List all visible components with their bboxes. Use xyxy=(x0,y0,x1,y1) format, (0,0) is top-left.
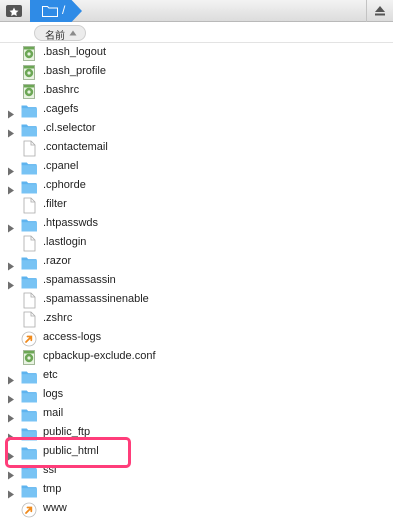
script-file-icon xyxy=(21,45,37,62)
file-name: .bash_logout xyxy=(43,46,106,58)
file-row[interactable]: .bash_profile xyxy=(0,63,393,82)
folder-icon xyxy=(21,178,37,195)
file-name: etc xyxy=(43,369,58,381)
file-name: .lastlogin xyxy=(43,236,87,248)
folder-row[interactable]: .htpasswds xyxy=(0,215,393,234)
file-row[interactable]: .lastlogin xyxy=(0,234,393,253)
file-name: .bashrc xyxy=(43,84,80,96)
folder-icon xyxy=(21,102,37,119)
file-name: .cphorde xyxy=(43,179,86,191)
name-column-label: 名前 xyxy=(45,31,65,42)
file-row[interactable]: www xyxy=(0,500,393,519)
file-name: tmp xyxy=(43,483,62,495)
script-file-icon xyxy=(21,64,37,81)
favorites-icon[interactable] xyxy=(4,3,24,19)
folder-row[interactable]: .razor xyxy=(0,253,393,272)
script-file-icon xyxy=(21,349,37,366)
file-row[interactable]: .contactemail xyxy=(0,139,393,158)
file-name: cpbackup-exclude.conf xyxy=(43,350,156,362)
document-icon xyxy=(21,140,37,157)
folder-row[interactable]: .cphorde xyxy=(0,177,393,196)
column-header: 名前 xyxy=(0,23,393,43)
file-name: .spamassassinenable xyxy=(43,293,149,305)
folder-row[interactable]: mail xyxy=(0,405,393,424)
header-divider xyxy=(0,42,393,43)
path-breadcrumb[interactable]: / xyxy=(30,0,82,22)
document-icon xyxy=(21,311,37,328)
file-name: .bash_profile xyxy=(43,65,106,77)
file-name: mail xyxy=(43,407,64,419)
name-column-sort-button[interactable]: 名前 xyxy=(34,25,86,42)
file-name: .cl.selector xyxy=(43,122,96,134)
file-row[interactable]: access-logs xyxy=(0,329,393,348)
folder-row[interactable]: .cpanel xyxy=(0,158,393,177)
folder-icon xyxy=(21,387,37,404)
script-file-icon xyxy=(21,83,37,100)
alias-icon xyxy=(21,501,37,518)
file-name: www xyxy=(43,502,67,514)
file-row[interactable]: cpbackup-exclude.conf xyxy=(0,348,393,367)
file-name: .zshrc xyxy=(43,312,73,324)
folder-row[interactable]: tmp xyxy=(0,481,393,500)
document-icon xyxy=(21,197,37,214)
folder-icon xyxy=(21,368,37,385)
sort-ascending-icon xyxy=(69,30,77,36)
file-row[interactable]: .zshrc xyxy=(0,310,393,329)
alias-icon xyxy=(21,330,37,347)
file-name: access-logs xyxy=(43,331,102,343)
folder-row[interactable]: .spamassassin xyxy=(0,272,393,291)
toolbar: / xyxy=(0,0,393,22)
folder-row[interactable]: .cagefs xyxy=(0,101,393,120)
file-row[interactable]: .spamassassinenable xyxy=(0,291,393,310)
file-name: .htpasswds xyxy=(43,217,99,229)
folder-row[interactable]: .cl.selector xyxy=(0,120,393,139)
folder-row[interactable]: logs xyxy=(0,386,393,405)
file-name: .filter xyxy=(43,198,67,210)
eject-icon xyxy=(375,6,385,16)
file-row[interactable]: .bash_logout xyxy=(0,44,393,63)
file-name: logs xyxy=(43,388,64,400)
folder-icon xyxy=(21,406,37,423)
eject-button[interactable] xyxy=(366,0,393,22)
folder-icon xyxy=(21,216,37,233)
file-row[interactable]: .bashrc xyxy=(0,82,393,101)
file-name: .cpanel xyxy=(43,160,79,172)
file-row[interactable]: .filter xyxy=(0,196,393,215)
highlight-box xyxy=(5,437,131,468)
file-name: .contactemail xyxy=(43,141,108,153)
document-icon xyxy=(21,292,37,309)
path-label: / xyxy=(62,3,66,17)
folder-icon xyxy=(21,121,37,138)
file-name: .cagefs xyxy=(43,103,79,115)
document-icon xyxy=(21,235,37,252)
folder-icon xyxy=(21,159,37,176)
folder-icon xyxy=(21,482,37,499)
folder-icon xyxy=(42,6,58,17)
folder-icon xyxy=(21,273,37,290)
file-name: .spamassassin xyxy=(43,274,116,286)
folder-icon xyxy=(21,254,37,271)
file-name: .razor xyxy=(43,255,72,267)
folder-row[interactable]: etc xyxy=(0,367,393,386)
